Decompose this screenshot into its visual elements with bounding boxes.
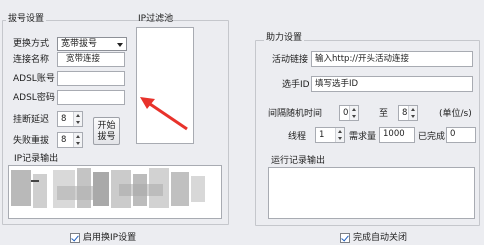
demand-input[interactable]: 1000 <box>379 127 415 143</box>
spin-arrows-icon[interactable] <box>408 106 417 120</box>
threads-value: 1 <box>319 130 325 140</box>
activity-link-input[interactable]: 输入http://开头活动连接 <box>311 51 473 67</box>
player-id-label: 选手ID <box>282 80 310 90</box>
to-label: 至 <box>379 109 389 119</box>
unit-label: (单位/s) <box>439 109 472 119</box>
interval-max-value: 8 <box>402 108 408 118</box>
spin-arrows-icon[interactable] <box>335 128 344 142</box>
hangup-delay-label: 挂断延迟 <box>13 115 50 125</box>
annotation-arrow-icon <box>140 97 188 131</box>
adsl-account-label: ADSL账号 <box>13 74 55 84</box>
spin-arrows-icon[interactable] <box>73 112 82 126</box>
boost-settings-title: 助力设置 <box>264 33 305 43</box>
change-method-label: 更换方式 <box>13 39 50 49</box>
dial-settings-title: 拔号设置 <box>6 14 47 24</box>
check-icon <box>71 233 79 242</box>
change-method-select[interactable]: 宽带拔号 <box>57 37 127 51</box>
start-dial-button[interactable]: 开始 拔号 <box>93 117 120 145</box>
conn-name-label: 连接名称 <box>13 55 50 65</box>
threads-stepper[interactable]: 1 <box>315 127 345 143</box>
interval-min-value: 0 <box>343 108 349 118</box>
run-log-title: 运行记录输出 <box>271 156 326 166</box>
start-button-line1: 开始 <box>97 121 116 131</box>
spin-arrows-icon[interactable] <box>349 106 358 120</box>
blurred-log-content <box>11 168 205 208</box>
ip-filter-title: IP过滤池 <box>138 14 174 24</box>
ip-log-title: IP记录输出 <box>14 154 59 164</box>
auto-close-label[interactable]: 完成自动关闭 <box>353 232 407 244</box>
start-button-line2: 拔号 <box>97 132 116 142</box>
ip-log-textarea[interactable] <box>8 165 222 219</box>
player-id-input[interactable]: 填写选手ID <box>311 76 473 92</box>
fail-retry-stepper[interactable]: 8 <box>57 132 83 148</box>
interval-max-stepper[interactable]: 8 <box>398 105 418 121</box>
hangup-delay-stepper[interactable]: 8 <box>57 111 83 127</box>
chevron-down-icon <box>117 43 123 47</box>
demand-label: 需求量 <box>349 132 377 142</box>
enable-ip-label[interactable]: 启用换IP设置 <box>83 232 136 244</box>
check-icon <box>341 233 349 242</box>
fail-retry-value: 8 <box>61 135 67 145</box>
fail-retry-label: 失败重拔 <box>13 136 50 146</box>
done-input[interactable]: 0 <box>446 127 476 143</box>
activity-link-label: 活动链接 <box>272 55 309 65</box>
hangup-delay-value: 8 <box>61 114 67 124</box>
interval-min-stepper[interactable]: 0 <box>339 105 359 121</box>
change-method-value: 宽带拔号 <box>61 39 98 49</box>
conn-name-input[interactable]: 宽带连接 <box>57 52 125 67</box>
adsl-account-input[interactable] <box>57 71 125 86</box>
spin-arrows-icon[interactable] <box>73 133 82 147</box>
adsl-password-input[interactable] <box>57 90 125 105</box>
run-log-textarea[interactable] <box>268 167 475 219</box>
done-label: 已完成 <box>418 132 446 142</box>
threads-label: 线程 <box>288 132 307 142</box>
enable-ip-checkbox[interactable] <box>70 233 80 243</box>
interval-label: 间隔随机时间 <box>268 109 323 119</box>
adsl-password-label: ADSL密码 <box>13 93 55 103</box>
auto-close-checkbox[interactable] <box>340 233 350 243</box>
